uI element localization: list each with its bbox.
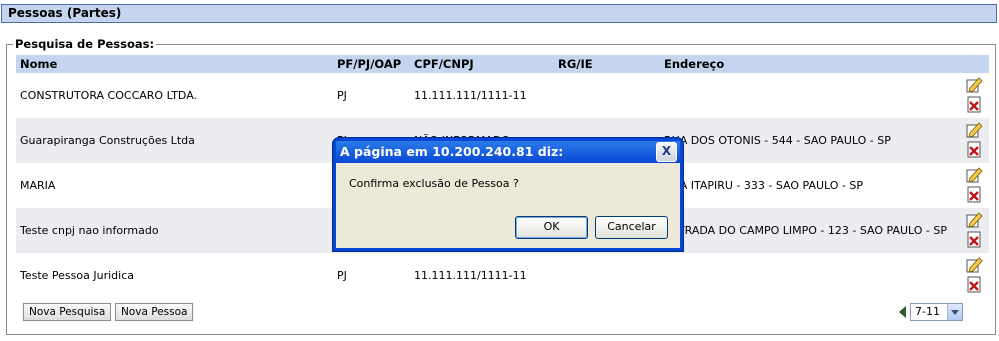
cell-doc: 11.111.111/1111-11 <box>414 89 527 102</box>
delete-icon[interactable] <box>966 96 983 113</box>
col-nome[interactable]: Nome <box>20 55 57 73</box>
col-rg-ie[interactable]: RG/IE <box>558 55 593 73</box>
cell-endereco: RUA ITAPIRU - 333 - SAO PAULO - SP <box>664 179 863 192</box>
cell-endereco: ESTRADA DO CAMPO LIMPO - 123 - SAO PAULO… <box>664 224 948 237</box>
nova-pessoa-button[interactable]: Nova Pessoa <box>115 303 194 321</box>
edit-icon[interactable] <box>966 211 983 228</box>
edit-icon[interactable] <box>966 166 983 183</box>
col-endereco[interactable]: Endereço <box>664 55 724 73</box>
edit-icon[interactable] <box>966 121 983 138</box>
table-header: Nome PF/PJ/OAP CPF/CNPJ RG/IE Endereço <box>16 55 989 73</box>
delete-icon[interactable] <box>966 276 983 293</box>
table-row[interactable]: Teste Pessoa Juridica PJ 11.111.111/1111… <box>16 253 989 298</box>
cell-nome: Teste Pessoa Juridica <box>20 269 134 282</box>
page-range-select[interactable]: 7-11 <box>910 303 963 321</box>
chevron-down-icon[interactable] <box>947 304 962 320</box>
delete-icon[interactable] <box>966 141 983 158</box>
edit-icon[interactable] <box>966 76 983 93</box>
page-range-value: 7-11 <box>915 305 940 318</box>
table-row[interactable]: CONSTRUTORA COCCARO LTDA. PJ 11.111.111/… <box>16 73 989 118</box>
cell-doc: 11.111.111/1111-11 <box>414 269 527 282</box>
search-legend: Pesquisa de Pessoas: <box>15 37 155 51</box>
ok-button[interactable]: OK <box>515 216 588 239</box>
edit-icon[interactable] <box>966 256 983 273</box>
cancel-button[interactable]: Cancelar <box>595 216 668 239</box>
panel-title: Pessoas (Partes) <box>1 4 997 23</box>
delete-icon[interactable] <box>966 186 983 203</box>
confirm-dialog: A página em 10.200.240.81 diz: X Confirm… <box>332 137 684 252</box>
dialog-message: Confirma exclusão de Pessoa ? <box>349 177 519 190</box>
row-actions <box>966 256 986 296</box>
nova-pesquisa-button[interactable]: Nova Pesquisa <box>23 303 112 321</box>
cell-nome: MARIA <box>20 179 56 192</box>
cell-tipo: PJ <box>337 89 347 102</box>
cell-endereco: RUA DOS OTONIS - 544 - SAO PAULO - SP <box>664 134 891 147</box>
cell-tipo: PJ <box>337 269 347 282</box>
cell-nome: CONSTRUTORA COCCARO LTDA. <box>20 89 198 102</box>
row-actions <box>966 166 986 206</box>
row-actions <box>966 121 986 161</box>
previous-page-icon[interactable] <box>899 306 906 318</box>
dialog-title: A página em 10.200.240.81 diz: <box>336 141 680 163</box>
cell-nome: Teste cnpj nao informado <box>20 224 159 237</box>
col-cpf-cnpj[interactable]: CPF/CNPJ <box>414 55 474 73</box>
dialog-close-button[interactable]: X <box>656 142 677 162</box>
row-actions <box>966 76 986 116</box>
row-actions <box>966 211 986 251</box>
cell-nome: Guarapiranga Construções Ltda <box>20 134 195 147</box>
dialog-body: Confirma exclusão de Pessoa ? OK Cancela… <box>336 163 680 248</box>
col-tipo[interactable]: PF/PJ/OAP <box>337 55 401 73</box>
delete-icon[interactable] <box>966 231 983 248</box>
